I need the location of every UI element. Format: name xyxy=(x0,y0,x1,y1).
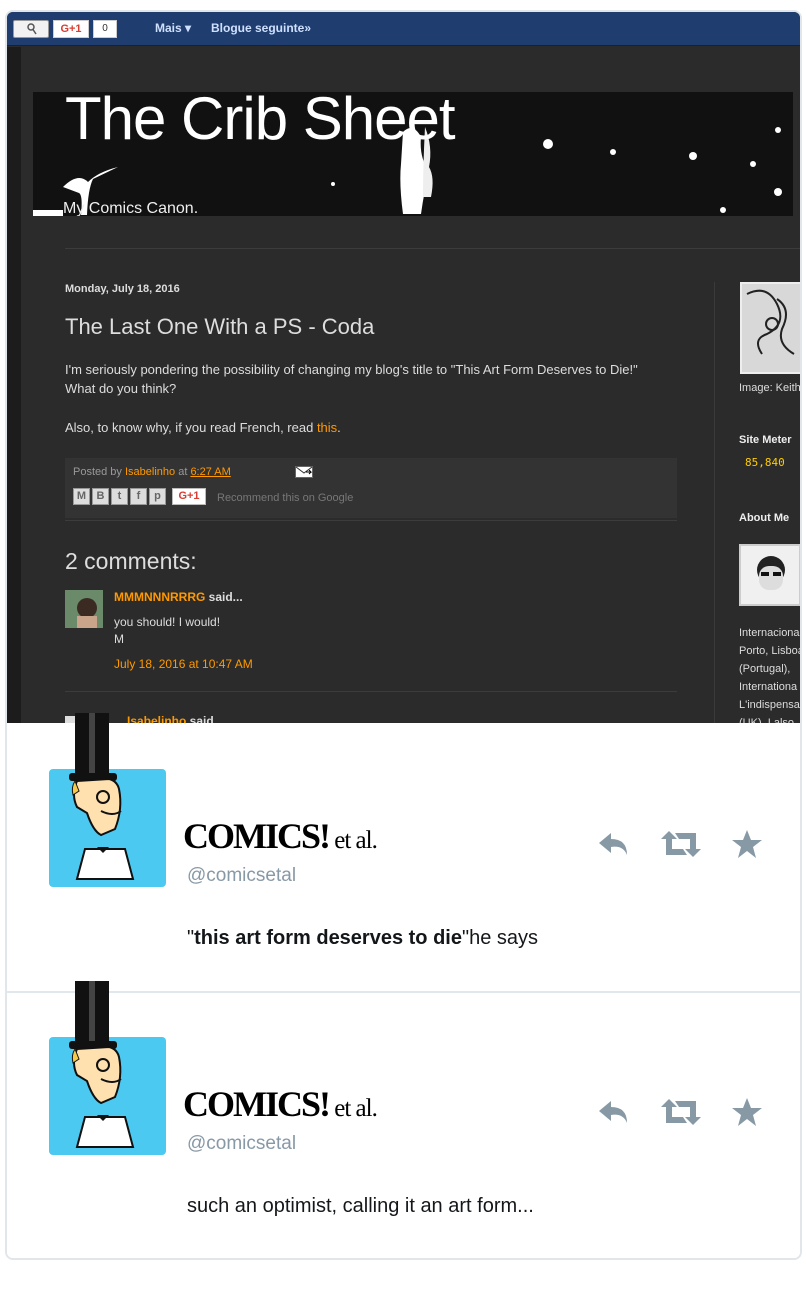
top-hat-character-avatar xyxy=(69,981,135,1148)
divider xyxy=(65,691,677,692)
star-icon[interactable] xyxy=(731,1097,763,1127)
haring-drawing xyxy=(742,284,800,372)
search-icon xyxy=(27,23,37,35)
star-icon[interactable] xyxy=(731,829,763,859)
gplus-share-button[interactable]: G+1 xyxy=(172,488,206,505)
recommend-text: Recommend this on Google xyxy=(217,492,354,504)
email-post-icon[interactable] xyxy=(295,466,313,478)
next-blog-link[interactable]: Blogue seguinte» xyxy=(211,21,311,35)
avatar[interactable] xyxy=(49,981,166,1155)
comment-timestamp[interactable]: July 18, 2016 at 10:47 AM xyxy=(114,657,253,671)
twitter-share-icon[interactable]: t xyxy=(111,488,128,505)
post-footer: Posted by Isabelinho at 6:27 AM M B t f … xyxy=(65,458,677,518)
comment-author: MMMNNNRRRG said... xyxy=(114,590,243,604)
retweet-icon[interactable] xyxy=(659,831,703,857)
tweet-actions xyxy=(597,1097,763,1127)
site-meter-value[interactable]: 85,840 xyxy=(745,456,785,469)
post-link[interactable]: this xyxy=(317,420,337,435)
bio-line: L'indispensa xyxy=(739,699,800,711)
display-name[interactable]: COMICS! et al. xyxy=(183,815,378,857)
display-name-suffix: et al. xyxy=(329,1095,378,1122)
gplus-button[interactable]: G+1 xyxy=(53,20,89,38)
blog-sidebar: Image: Keith Haring Site Meter 85,840 Ab… xyxy=(714,282,802,723)
blog-header: The Crib Sheet My Comics Canon. xyxy=(33,92,793,216)
comment-line: M xyxy=(114,632,124,646)
pinterest-share-icon[interactable]: p xyxy=(149,488,166,505)
divider xyxy=(65,520,677,521)
post-text: . xyxy=(337,420,341,435)
byline-at: at xyxy=(175,466,191,478)
profile-photo[interactable] xyxy=(739,544,800,606)
reply-icon[interactable] xyxy=(597,1099,631,1125)
sidebar-image-caption: Image: Keith Haring xyxy=(739,382,801,394)
site-meter-heading: Site Meter xyxy=(739,434,792,446)
post-date: Monday, July 18, 2016 xyxy=(65,283,180,295)
post-paragraph: Also, to know why, if you read French, r… xyxy=(65,420,341,435)
author-link[interactable]: Isabelinho xyxy=(125,466,175,478)
tweet: COMICS! et al. @comicsetal such an optim… xyxy=(7,981,800,1258)
display-name-suffix: et al. xyxy=(329,827,378,854)
reply-icon[interactable] xyxy=(597,831,631,857)
share-buttons: M B t f p G+1 xyxy=(73,488,206,505)
tweet: COMICS! et al. @comicsetal "this art for… xyxy=(7,713,800,991)
byline-prefix: Posted by xyxy=(73,466,125,478)
facebook-share-icon[interactable]: f xyxy=(130,488,147,505)
post-paragraph: I'm seriously pondering the possibility … xyxy=(65,362,638,396)
blog-subtitle: My Comics Canon. xyxy=(63,200,199,216)
post-time-link[interactable]: 6:27 AM xyxy=(190,466,230,478)
about-me-heading: About Me xyxy=(739,512,790,524)
post-byline: Posted by Isabelinho at 6:27 AM xyxy=(73,466,231,478)
comment-text: you should! I would! M xyxy=(114,614,220,648)
email-share-icon[interactable]: M xyxy=(73,488,90,505)
bio-line: Internacional xyxy=(739,627,802,639)
screenshot-frame: G+1 0 Mais ▾ Blogue seguinte» The Crib S… xyxy=(5,10,802,1260)
left-border xyxy=(7,47,21,723)
display-name-main: COMICS! xyxy=(183,816,331,856)
post-text: Also, to know why, if you read French, r… xyxy=(65,420,317,435)
blogger-navbar: G+1 0 Mais ▾ Blogue seguinte» xyxy=(7,12,800,46)
gplus-count: 0 xyxy=(93,20,117,38)
bio-line: (UK). I also xyxy=(739,717,795,723)
display-name-main: COMICS! xyxy=(183,1084,331,1124)
more-menu[interactable]: Mais ▾ xyxy=(155,21,191,35)
display-name[interactable]: COMICS! et al. xyxy=(183,1083,378,1125)
tweet-bold-text: this art form deserves to die xyxy=(194,927,462,949)
blogthis-icon[interactable]: B xyxy=(92,488,109,505)
about-me-text: Internacional Porto, Lisboa (Portugal), … xyxy=(739,624,802,723)
bio-line: Porto, Lisboa xyxy=(739,645,802,657)
search-button[interactable] xyxy=(13,20,49,38)
comment-said: said... xyxy=(205,590,243,604)
comment-author-link[interactable]: MMMNNNRRRG xyxy=(114,590,205,604)
tweet-actions xyxy=(597,829,763,859)
avatar[interactable] xyxy=(49,713,166,887)
comments-heading: 2 comments: xyxy=(65,548,197,574)
divider xyxy=(65,248,800,249)
tweet-text: "this art form deserves to die"he says xyxy=(187,927,538,950)
handle[interactable]: @comicsetal xyxy=(187,1133,296,1155)
avatar-image xyxy=(65,590,103,628)
commenter-avatar[interactable] xyxy=(65,590,103,628)
post-title[interactable]: The Last One With a PS - Coda xyxy=(65,314,374,340)
comment-line: you should! I would! xyxy=(114,615,221,629)
profile-image xyxy=(741,546,799,604)
sidebar-image[interactable] xyxy=(740,282,800,374)
blog-screenshot: G+1 0 Mais ▾ Blogue seguinte» The Crib S… xyxy=(7,12,802,723)
tweet-text: such an optimist, calling it an art form… xyxy=(187,1195,534,1217)
handle[interactable]: @comicsetal xyxy=(187,865,296,887)
bio-line: (Portugal), xyxy=(739,663,791,675)
top-hat-character-avatar xyxy=(69,713,135,880)
tweet-rest-text: "he says xyxy=(461,927,539,949)
comment-author-link[interactable]: Isabelinho xyxy=(127,714,186,723)
comment-author: Isabelinho said... xyxy=(127,714,224,723)
bio-line: Internationa xyxy=(739,681,798,693)
retweet-icon[interactable] xyxy=(659,1099,703,1125)
blog-title[interactable]: The Crib Sheet xyxy=(65,92,456,153)
comment-said: said... xyxy=(186,714,224,723)
